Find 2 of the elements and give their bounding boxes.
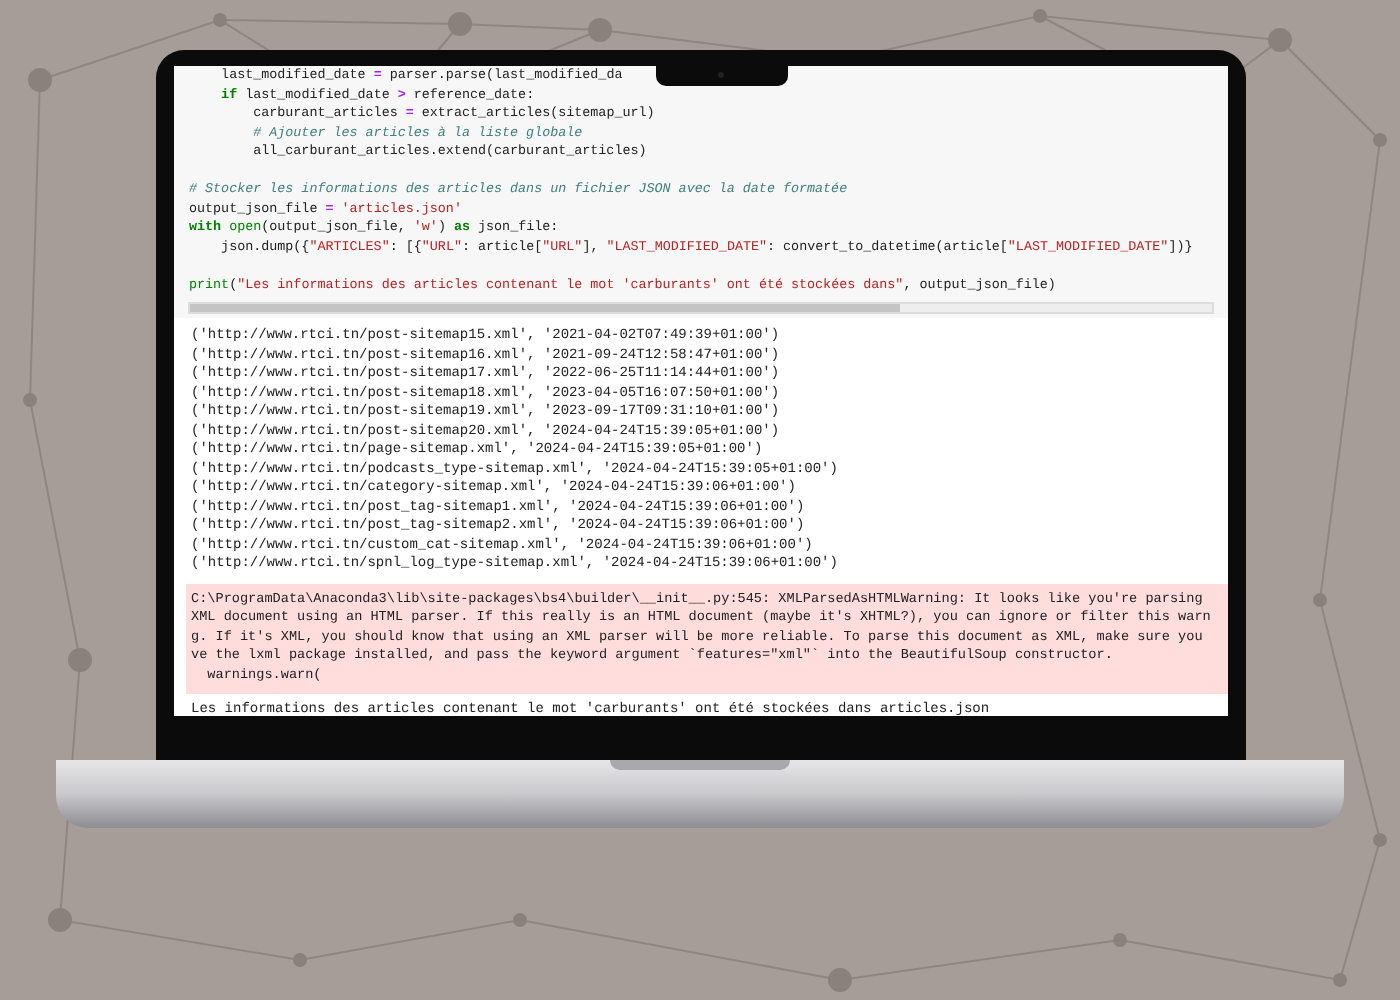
horizontal-scrollbar[interactable] (187, 302, 1213, 314)
scrollbar-thumb[interactable] (189, 304, 899, 312)
